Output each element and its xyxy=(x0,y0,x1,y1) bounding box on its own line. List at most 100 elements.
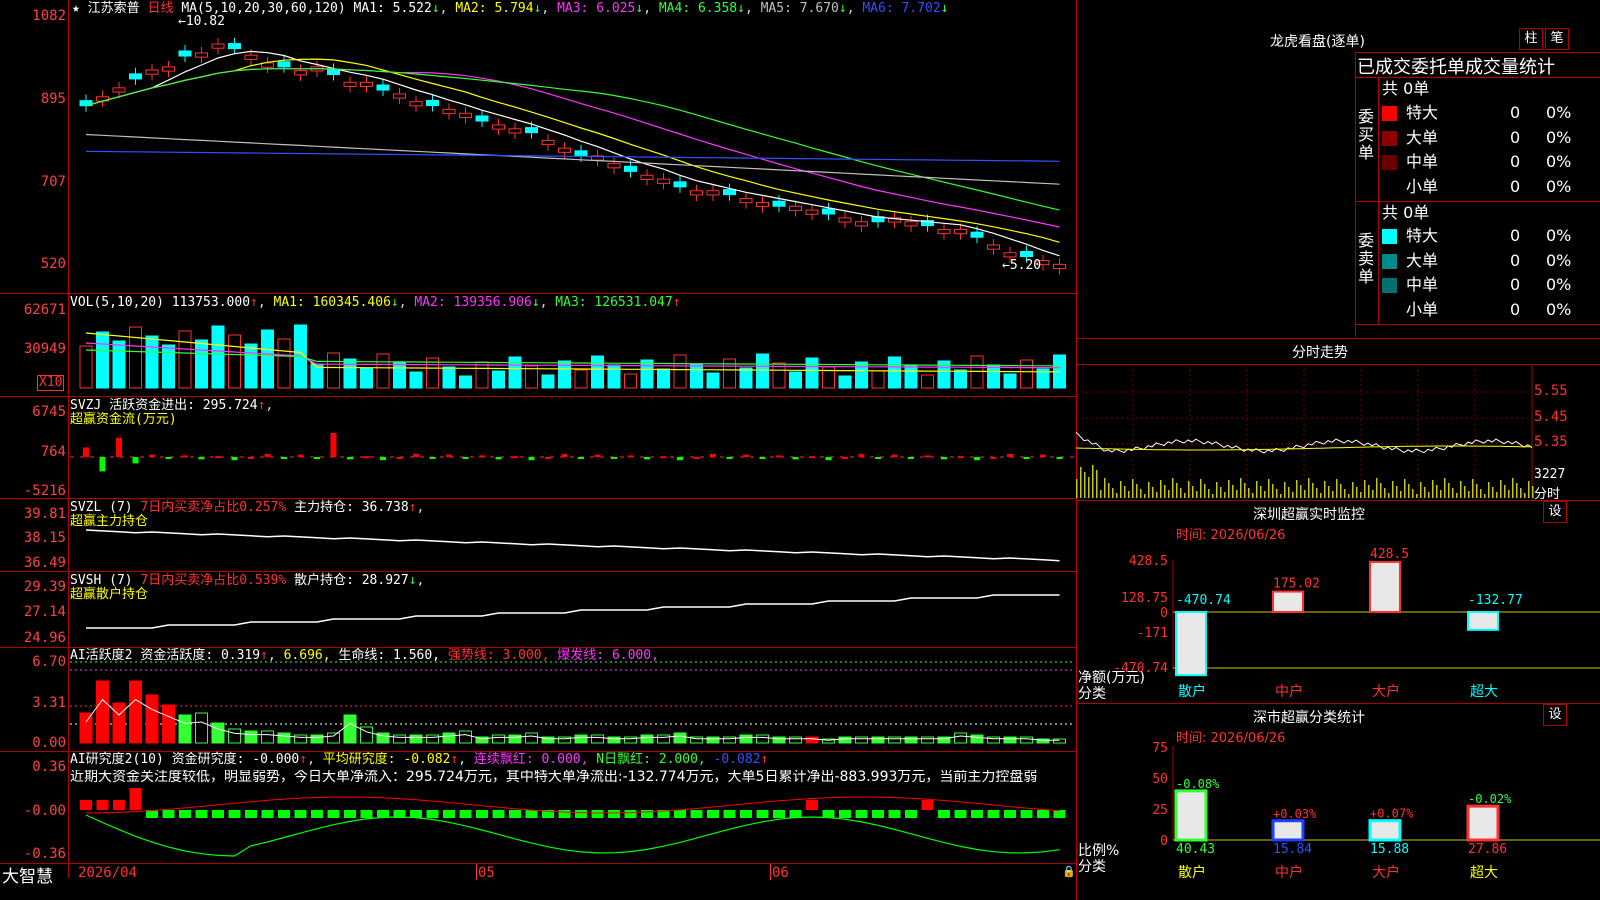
candle-body xyxy=(970,231,984,238)
date-tick xyxy=(770,864,771,880)
lock-icon[interactable]: 🔒 xyxy=(1062,865,1076,878)
bar-mode-button[interactable]: 柱 xyxy=(1519,28,1543,50)
vol-ma1: MA1: 160345.406 xyxy=(273,295,391,310)
fund-flow-bar xyxy=(314,457,320,459)
intraday-vol-bar xyxy=(1196,491,1198,498)
intraday-vol-bar xyxy=(1308,478,1310,498)
intraday-vol-bar xyxy=(1400,491,1402,498)
ai-avg-research: 平均研究度: -0.082 xyxy=(322,752,451,767)
candle-body xyxy=(607,163,621,169)
research-bar xyxy=(80,800,92,810)
research-bar xyxy=(476,810,488,818)
intraday-vol-bar xyxy=(1340,484,1342,498)
research-bar xyxy=(459,810,472,818)
activity-bar xyxy=(310,734,324,744)
main-y-tick: 1082 xyxy=(32,8,66,24)
intraday-vol-bar xyxy=(1220,487,1222,498)
sz-monitor-settings-button[interactable]: 设 xyxy=(1543,501,1567,523)
sz-monitor-chart[interactable]: 428.5128.750-171-470.74-470.74散户175.02中户… xyxy=(1076,540,1600,702)
research-bar xyxy=(492,810,505,818)
candle-body xyxy=(525,127,538,134)
research-bar xyxy=(443,810,455,818)
svzl-y-tick: 36.49 xyxy=(23,555,66,571)
period-label[interactable]: 日线 xyxy=(148,1,174,16)
candle-body xyxy=(459,112,472,118)
classify-y-tick: 50 xyxy=(1152,772,1168,787)
volume-bar xyxy=(871,370,885,389)
intraday-vol-bar xyxy=(1224,492,1226,498)
research-bar xyxy=(294,810,307,818)
stock-name[interactable]: 江苏索普 xyxy=(88,1,140,16)
intraday-vol-bar xyxy=(1392,481,1394,498)
intraday-y-tick: 5.45 xyxy=(1534,409,1568,425)
candle-body xyxy=(954,228,967,235)
sz-classify-chart[interactable]: 75 50 25 0 -0.08% 40.43 散户 +0.03% 15.84 中户 +0.07% 1… xyxy=(1076,740,1600,900)
intraday-vol-bar xyxy=(1444,478,1446,498)
intraday-vol-bar xyxy=(1172,478,1174,498)
candle-body xyxy=(706,190,720,196)
candle-body xyxy=(211,43,225,49)
intraday-chart[interactable] xyxy=(1076,364,1600,500)
volume-bar xyxy=(96,331,109,389)
intraday-vol-bar xyxy=(1524,493,1526,498)
research-bar xyxy=(938,810,950,818)
ma6-value: MA6: 7.702 xyxy=(862,1,941,16)
activity-bar xyxy=(591,734,604,744)
candle-body xyxy=(690,190,703,196)
activity-bar xyxy=(1003,736,1017,744)
sell-row-name: 特大 xyxy=(1406,226,1439,245)
research-bar xyxy=(872,810,884,818)
svsh-header: SVSH (7) 7日内买卖净占比0.539% 散户持仓: 28.927↓, xyxy=(70,573,425,588)
monitor-category-label: 中户 xyxy=(1275,683,1303,700)
intraday-vol-bar xyxy=(1376,478,1378,498)
pen-mode-button[interactable]: 笔 xyxy=(1545,28,1569,50)
dt-divider xyxy=(1355,201,1600,202)
activity-bar xyxy=(261,730,274,744)
ai-research-value: 资金研究度: -0.000 xyxy=(171,752,300,767)
ai-research-header: AI研究度2(10) 资金研究度: -0.000↑, 平均研究度: -0.082… xyxy=(70,752,769,767)
classify-category-label: 中户 xyxy=(1275,864,1303,881)
research-bar xyxy=(905,810,917,818)
intraday-vol-bar xyxy=(1428,492,1430,498)
intraday-vol-bar xyxy=(1324,481,1326,498)
research-bar xyxy=(311,810,323,818)
intraday-vol-bar xyxy=(1436,485,1438,498)
intraday-vol-bar xyxy=(1144,494,1146,498)
fund-flow-bar xyxy=(990,457,997,459)
dragon-tiger-title: 龙虎看盘(逐单) xyxy=(1270,34,1365,50)
candle-body xyxy=(937,228,951,235)
activity-bar xyxy=(492,734,505,744)
candle-body xyxy=(409,101,423,107)
classify-y-tick: 75 xyxy=(1152,741,1168,756)
intraday-vol-bar xyxy=(1468,491,1470,498)
intraday-vol-bar xyxy=(1184,493,1186,498)
main-y-tick: 707 xyxy=(40,174,66,190)
monitor-y-tick: -171 xyxy=(1137,626,1168,641)
intraday-vol-bar xyxy=(1292,492,1294,498)
star-icon[interactable]: ★ xyxy=(72,1,88,16)
fund-flow-bar xyxy=(495,457,502,460)
research-bar xyxy=(327,810,340,818)
volume-bar xyxy=(921,374,934,389)
ai-continuous-red: 连续飘红: 0.000, xyxy=(473,752,589,767)
fund-flow-bar xyxy=(429,457,436,459)
ma5-value: MA5: 7.670 xyxy=(760,1,839,16)
volume-bar xyxy=(673,354,687,389)
intraday-vol-bar xyxy=(1320,493,1322,498)
buy-row-pct: 0% xyxy=(1546,103,1572,122)
volume-bar xyxy=(277,338,291,389)
research-bar xyxy=(756,810,769,818)
svsh-y-tick: 29.39 xyxy=(23,579,66,595)
panel-divider xyxy=(0,571,1076,572)
volume-bar xyxy=(1003,373,1017,389)
intraday-vol-bar xyxy=(1332,491,1334,498)
sz-classify-settings-button[interactable]: 设 xyxy=(1543,704,1567,726)
research-bar xyxy=(855,810,868,818)
research-bar xyxy=(558,810,571,818)
dt-subtitle: 已成交委托单成交量统计 xyxy=(1357,57,1555,78)
classify-category-label: 散户 xyxy=(1178,864,1206,881)
intraday-vol-bar xyxy=(1296,480,1298,498)
research-bar xyxy=(1020,810,1033,818)
research-bar xyxy=(1037,810,1049,818)
intraday-vol-bar xyxy=(1396,486,1398,498)
